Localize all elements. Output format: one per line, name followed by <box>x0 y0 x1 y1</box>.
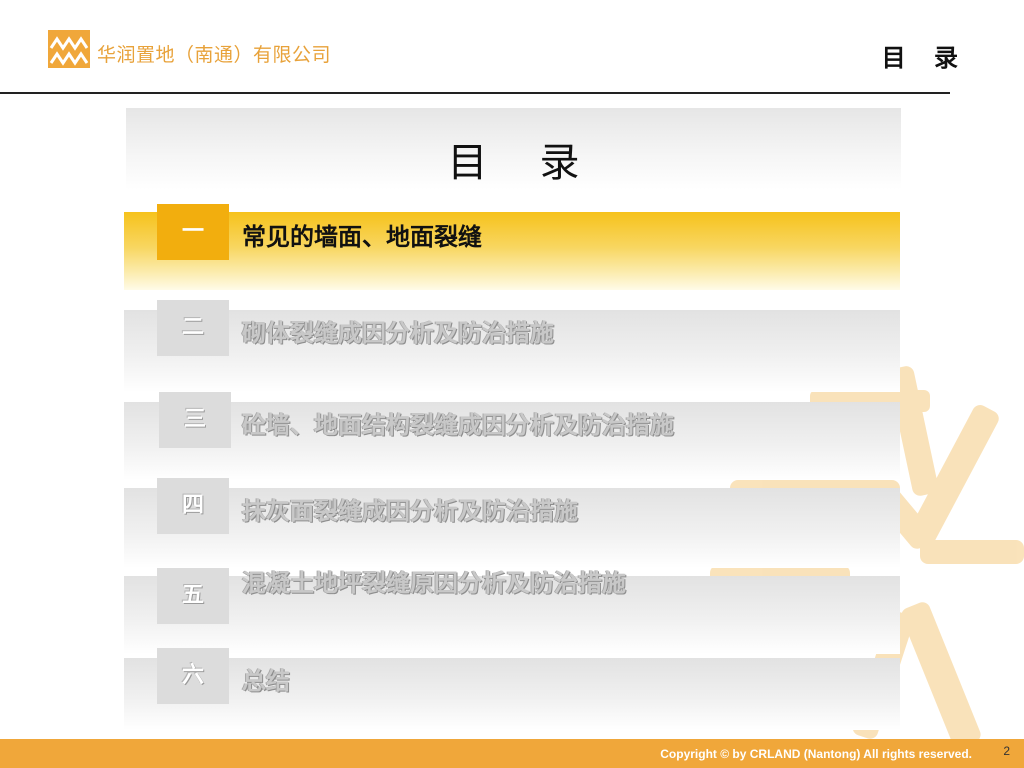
header-divider <box>0 92 950 94</box>
company-name: 华润置地（南通）有限公司 <box>97 44 332 66</box>
toc-item-number: 四 <box>157 478 229 534</box>
toc-item-number: 三 <box>159 392 231 448</box>
toc-item-label: 总结 <box>242 667 290 695</box>
toc-item-2[interactable]: 二 砌体裂缝成因分析及防治措施 <box>124 300 900 392</box>
toc-item-6[interactable]: 六 总结 <box>124 648 900 730</box>
toc-item-label: 砼墙、地面结构裂缝成因分析及防治措施 <box>242 411 674 439</box>
toc-item-1[interactable]: 一 常见的墙面、地面裂缝 <box>124 204 900 290</box>
header-title: 目 录 <box>881 44 968 72</box>
toc-item-4[interactable]: 四 抹灰面裂缝成因分析及防治措施 <box>124 478 900 568</box>
copyright-text: Copyright © by CRLAND (Nantong) All righ… <box>660 747 972 761</box>
toc-item-label: 混凝土地坪裂缝原因分析及防治措施 <box>242 569 626 597</box>
toc-item-band <box>124 212 900 290</box>
toc-item-label: 砌体裂缝成因分析及防治措施 <box>242 319 554 347</box>
slide: 华润置地（南通）有限公司 目 录 目录 一 常见的墙面、地面裂缝 二 砌体裂缝成… <box>0 0 1024 768</box>
toc-item-band <box>124 658 900 730</box>
toc-item-label: 常见的墙面、地面裂缝 <box>242 223 482 251</box>
crland-logo-icon <box>48 30 90 68</box>
toc-item-number: 六 <box>157 648 229 704</box>
toc-item-number: 二 <box>157 300 229 356</box>
toc-title-band: 目录 <box>126 108 901 190</box>
toc-item-label: 抹灰面裂缝成因分析及防治措施 <box>242 497 578 525</box>
toc-title: 目录 <box>447 140 632 186</box>
toc-item-number: 五 <box>157 568 229 624</box>
page-number: 2 <box>1003 744 1010 758</box>
toc-item-5[interactable]: 五 混凝土地坪裂缝原因分析及防治措施 <box>124 568 900 654</box>
toc-item-number: 一 <box>157 204 229 260</box>
footer-bar: Copyright © by CRLAND (Nantong) All righ… <box>0 739 1024 768</box>
toc-item-3[interactable]: 三 砼墙、地面结构裂缝成因分析及防治措施 <box>124 392 900 480</box>
